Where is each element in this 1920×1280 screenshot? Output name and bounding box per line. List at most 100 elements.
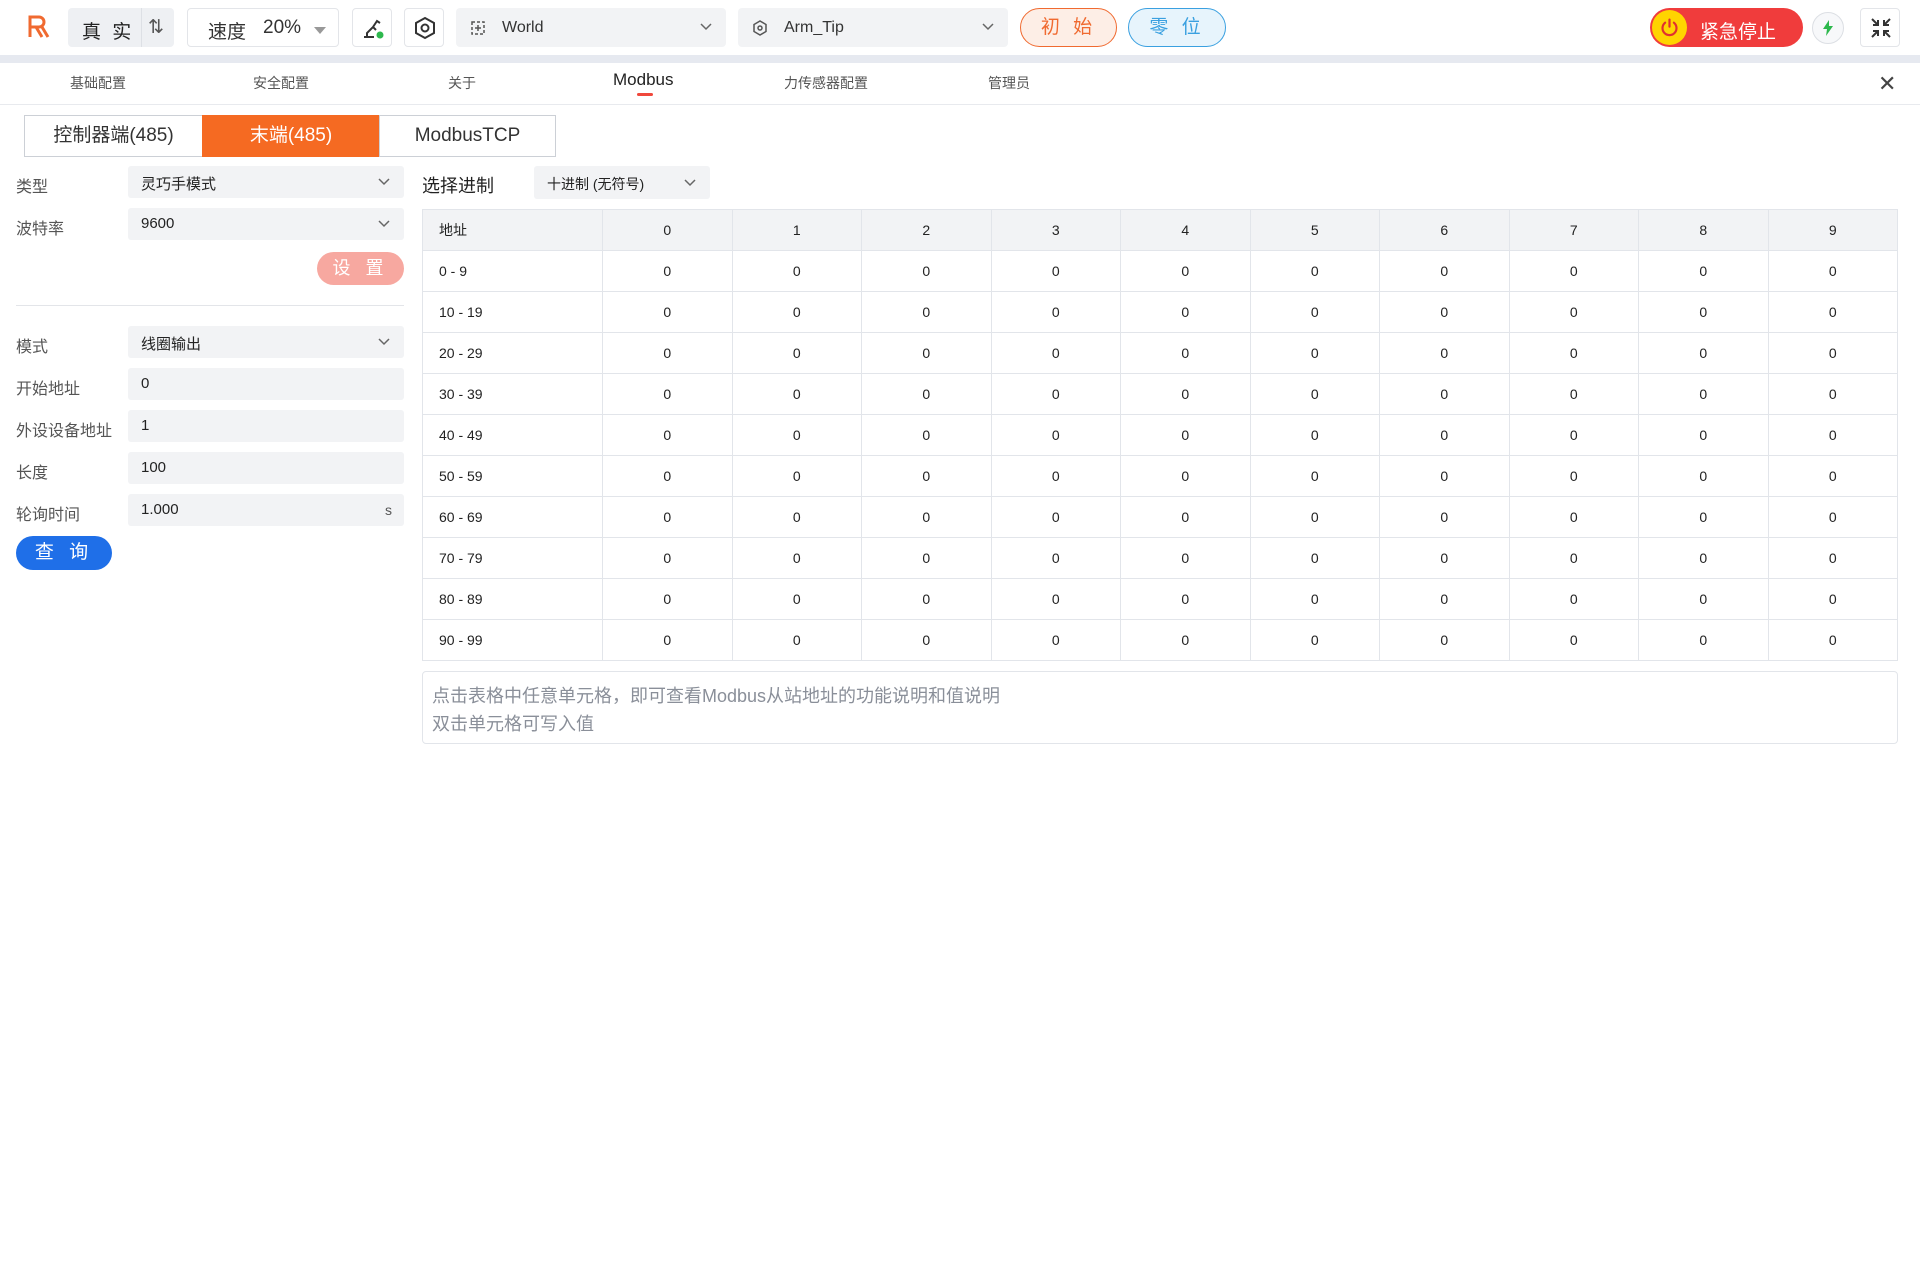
register-cell[interactable]: 0 — [1638, 578, 1769, 620]
register-cell[interactable]: 0 — [861, 496, 992, 538]
register-cell[interactable]: 0 — [731, 537, 862, 579]
subtab-modbus-tcp[interactable]: ModbusTCP — [379, 115, 556, 157]
register-cell[interactable]: 0 — [1120, 537, 1251, 579]
register-cell[interactable]: 0 — [731, 619, 862, 661]
register-cell[interactable]: 0 — [1767, 332, 1898, 374]
register-cell[interactable]: 0 — [990, 250, 1121, 292]
emergency-stop-button[interactable]: 紧急停止 — [1650, 8, 1803, 47]
register-cell[interactable]: 0 — [990, 496, 1121, 538]
register-cell[interactable]: 0 — [1120, 291, 1251, 333]
speed-select[interactable]: 速度 20% — [187, 8, 339, 47]
robot-arm-button[interactable] — [352, 8, 392, 47]
register-cell[interactable]: 0 — [1638, 414, 1769, 456]
register-cell[interactable]: 0 — [990, 291, 1121, 333]
tab-basic-config[interactable]: 基础配置 — [70, 73, 126, 93]
register-cell[interactable]: 0 — [1767, 291, 1898, 333]
tab-admin[interactable]: 管理员 — [988, 73, 1030, 93]
register-cell[interactable]: 0 — [1379, 414, 1510, 456]
register-cell[interactable]: 0 — [1767, 414, 1898, 456]
register-cell[interactable]: 0 — [1767, 537, 1898, 579]
register-cell[interactable]: 0 — [1379, 373, 1510, 415]
tab-modbus[interactable]: Modbus — [613, 70, 673, 90]
register-cell[interactable]: 0 — [1249, 332, 1380, 374]
register-cell[interactable]: 0 — [1767, 373, 1898, 415]
register-cell[interactable]: 0 — [1249, 619, 1380, 661]
start-address-input[interactable]: 0 — [128, 368, 404, 400]
register-cell[interactable]: 0 — [861, 455, 992, 497]
register-cell[interactable]: 0 — [1379, 250, 1510, 292]
register-cell[interactable]: 0 — [1249, 496, 1380, 538]
register-cell[interactable]: 0 — [1767, 455, 1898, 497]
register-cell[interactable]: 0 — [1379, 332, 1510, 374]
collapse-button[interactable] — [1860, 8, 1900, 47]
register-cell[interactable]: 0 — [602, 496, 733, 538]
register-cell[interactable]: 0 — [1638, 537, 1769, 579]
register-cell[interactable]: 0 — [1249, 455, 1380, 497]
subtab-end-485[interactable]: 末端(485) — [202, 115, 380, 157]
register-cell[interactable]: 0 — [731, 455, 862, 497]
register-cell[interactable]: 0 — [731, 414, 862, 456]
init-pose-button[interactable]: 初 始 — [1020, 8, 1117, 47]
register-cell[interactable]: 0 — [1379, 455, 1510, 497]
register-cell[interactable]: 0 — [1120, 578, 1251, 620]
radix-select[interactable]: 十进制 (无符号) — [534, 166, 710, 199]
register-cell[interactable]: 0 — [1508, 250, 1639, 292]
register-cell[interactable]: 0 — [1120, 250, 1251, 292]
register-cell[interactable]: 0 — [602, 414, 733, 456]
register-cell[interactable]: 0 — [1120, 414, 1251, 456]
register-cell[interactable]: 0 — [1249, 537, 1380, 579]
register-cell[interactable]: 0 — [861, 250, 992, 292]
device-address-input[interactable]: 1 — [128, 410, 404, 442]
register-cell[interactable]: 0 — [1508, 619, 1639, 661]
register-cell[interactable]: 0 — [1120, 455, 1251, 497]
register-cell[interactable]: 0 — [1638, 496, 1769, 538]
register-cell[interactable]: 0 — [731, 332, 862, 374]
poll-time-input[interactable]: 1.000 s — [128, 494, 404, 526]
run-mode-toggle[interactable]: 真 实 ⇅ — [68, 8, 174, 47]
coordinate-frame-select[interactable]: World — [456, 8, 726, 47]
register-cell[interactable]: 0 — [1508, 578, 1639, 620]
tab-force-sensor[interactable]: 力传感器配置 — [784, 73, 868, 93]
register-cell[interactable]: 0 — [1638, 455, 1769, 497]
tool-frame-select[interactable]: Arm_Tip — [738, 8, 1008, 47]
register-cell[interactable]: 0 — [602, 250, 733, 292]
register-cell[interactable]: 0 — [1767, 619, 1898, 661]
register-cell[interactable]: 0 — [602, 619, 733, 661]
settings-button[interactable] — [404, 8, 444, 47]
register-cell[interactable]: 0 — [861, 578, 992, 620]
register-cell[interactable]: 0 — [1120, 373, 1251, 415]
register-cell[interactable]: 0 — [1508, 291, 1639, 333]
register-cell[interactable]: 0 — [1249, 291, 1380, 333]
register-cell[interactable]: 0 — [602, 455, 733, 497]
register-cell[interactable]: 0 — [731, 496, 862, 538]
register-cell[interactable]: 0 — [1508, 332, 1639, 374]
register-cell[interactable]: 0 — [1249, 250, 1380, 292]
subtab-controller-485[interactable]: 控制器端(485) — [24, 115, 203, 157]
tab-about[interactable]: 关于 — [448, 73, 476, 93]
register-cell[interactable]: 0 — [1767, 496, 1898, 538]
register-cell[interactable]: 0 — [990, 373, 1121, 415]
swap-icon[interactable]: ⇅ — [148, 16, 164, 39]
register-cell[interactable]: 0 — [731, 373, 862, 415]
register-cell[interactable]: 0 — [1379, 578, 1510, 620]
register-cell[interactable]: 0 — [602, 373, 733, 415]
register-cell[interactable]: 0 — [1120, 332, 1251, 374]
close-icon[interactable]: ✕ — [1878, 71, 1896, 97]
register-cell[interactable]: 0 — [602, 537, 733, 579]
register-cell[interactable]: 0 — [1508, 373, 1639, 415]
register-cell[interactable]: 0 — [1638, 291, 1769, 333]
register-cell[interactable]: 0 — [1638, 332, 1769, 374]
register-cell[interactable]: 0 — [1379, 537, 1510, 579]
register-cell[interactable]: 0 — [1508, 496, 1639, 538]
query-button[interactable]: 查 询 — [16, 536, 112, 570]
register-cell[interactable]: 0 — [990, 619, 1121, 661]
register-cell[interactable]: 0 — [602, 291, 733, 333]
length-input[interactable]: 100 — [128, 452, 404, 484]
set-button[interactable]: 设 置 — [317, 252, 404, 285]
register-cell[interactable]: 0 — [1379, 619, 1510, 661]
register-cell[interactable]: 0 — [1120, 496, 1251, 538]
baud-select[interactable]: 9600 — [128, 208, 404, 240]
register-cell[interactable]: 0 — [1767, 250, 1898, 292]
register-cell[interactable]: 0 — [861, 619, 992, 661]
register-cell[interactable]: 0 — [731, 578, 862, 620]
